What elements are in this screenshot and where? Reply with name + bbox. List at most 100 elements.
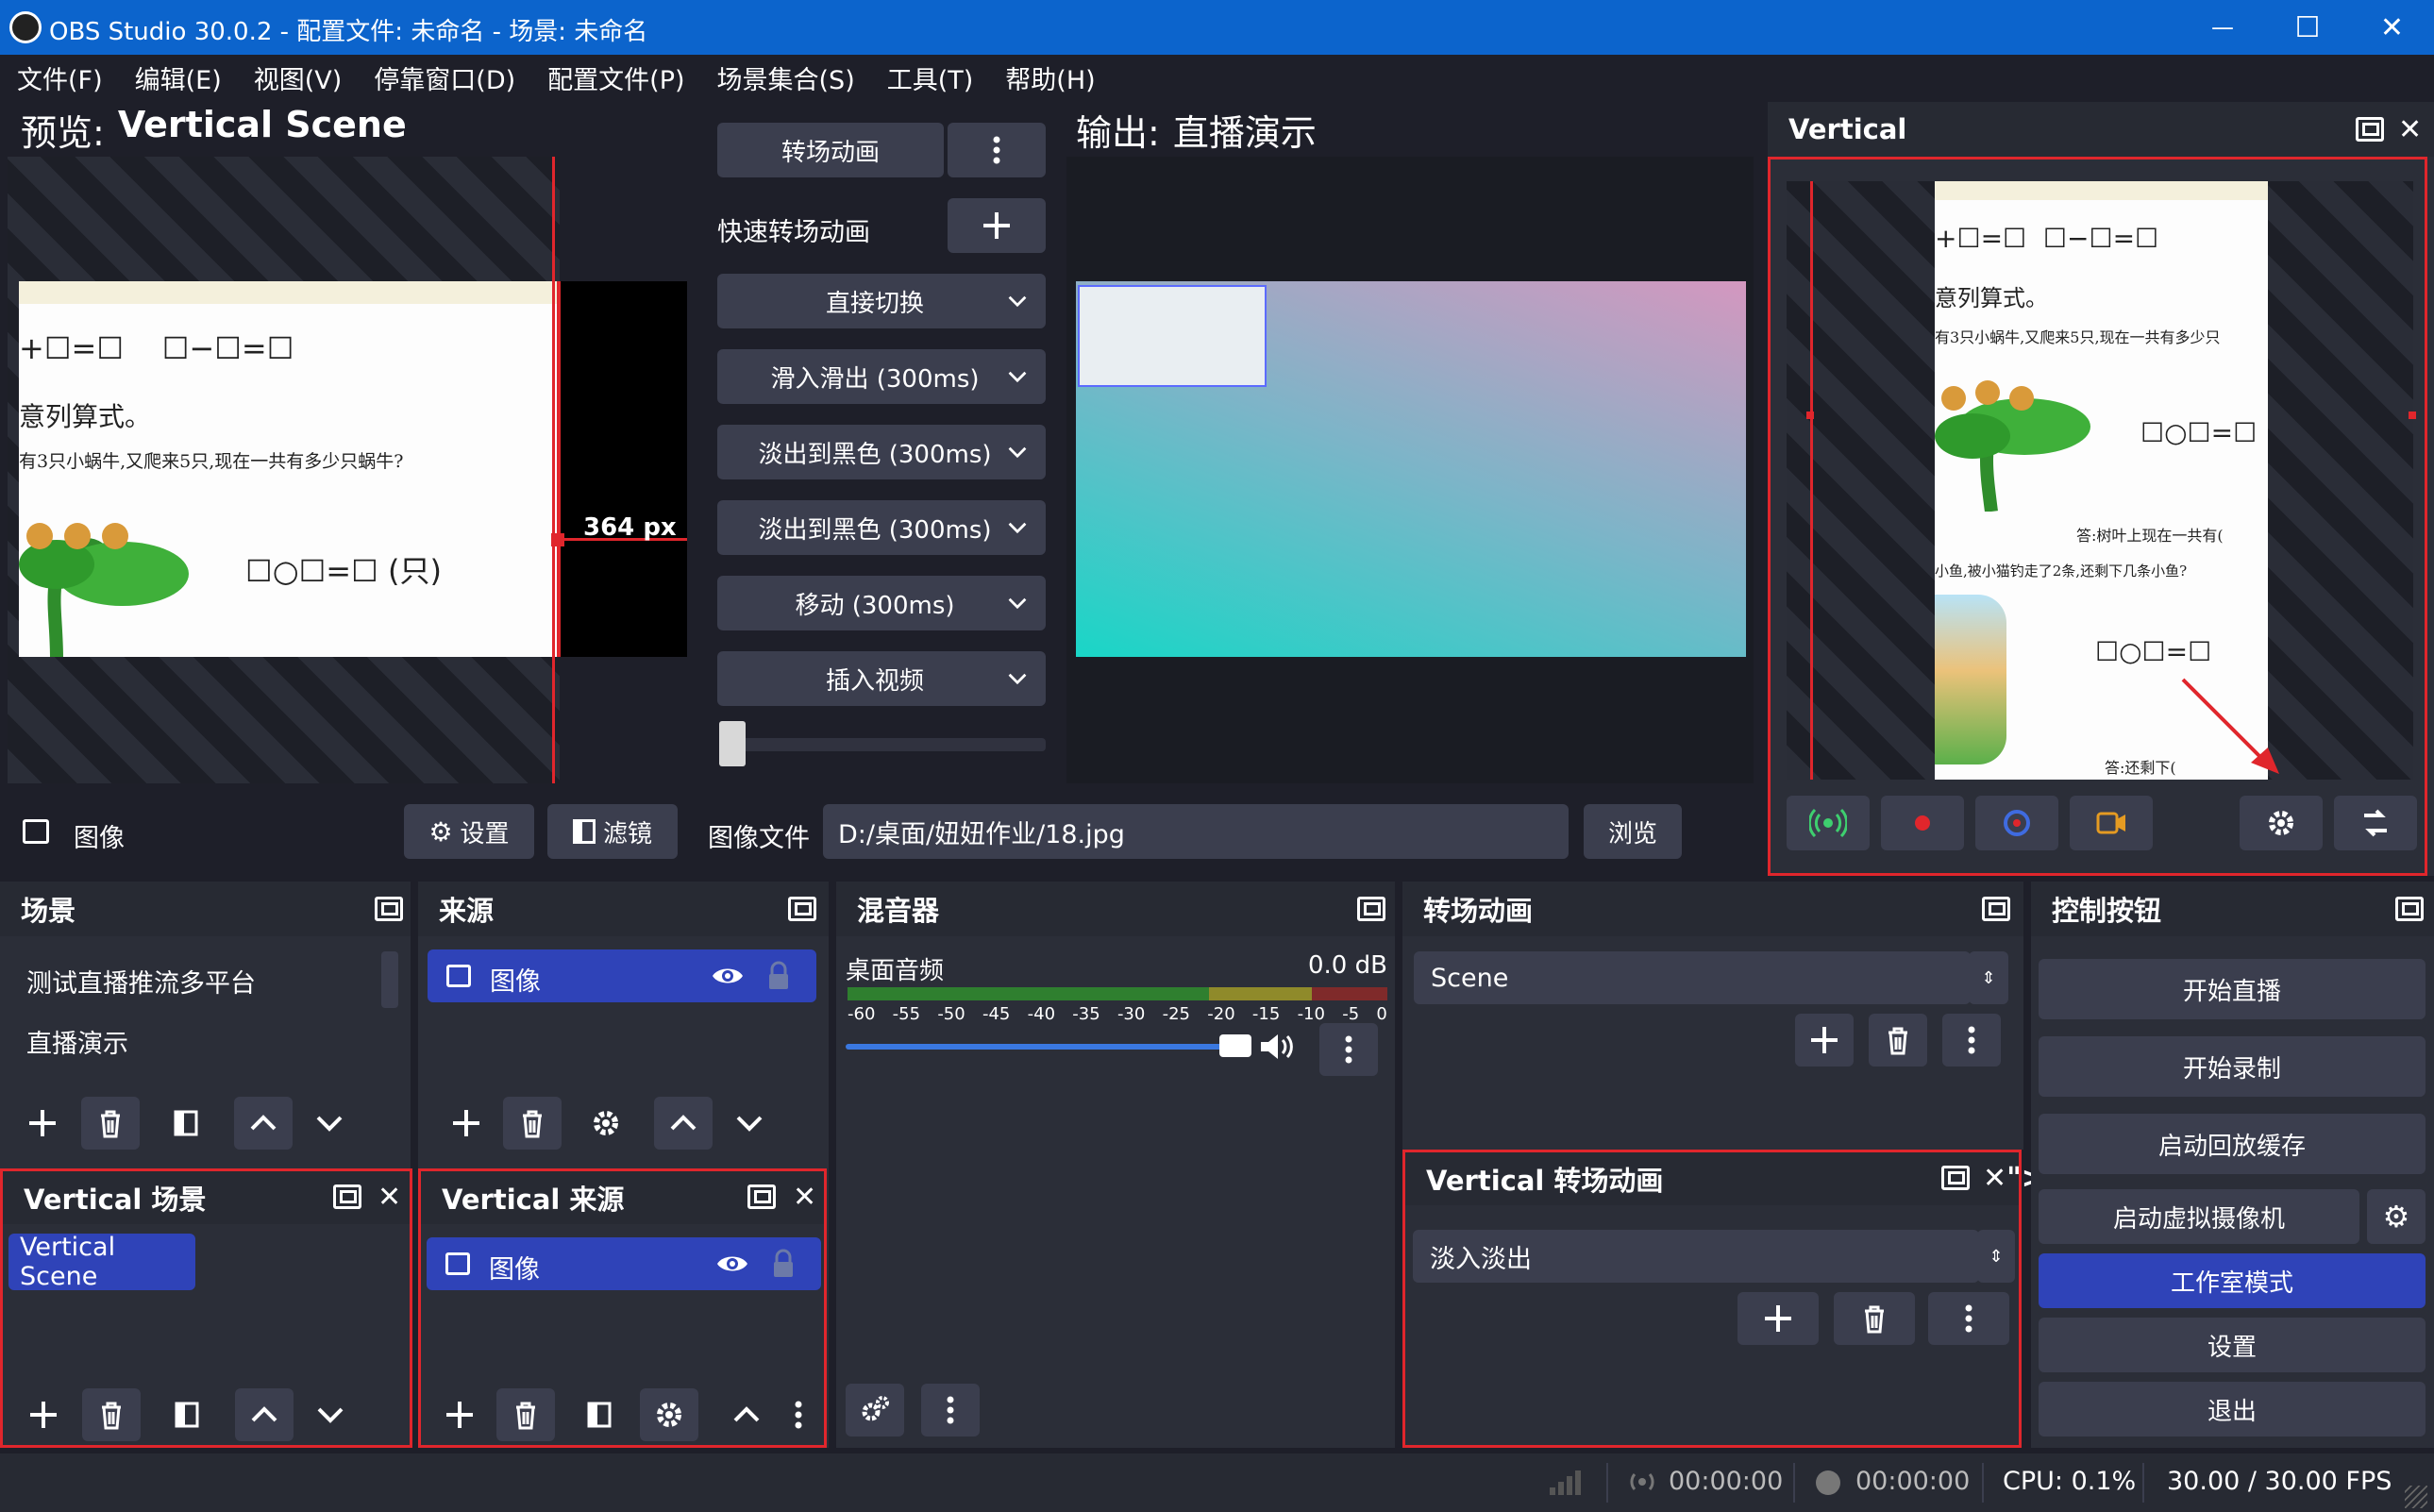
vertical-output-button[interactable] [2334, 796, 2417, 850]
scene-item-1[interactable]: 直播演示 [26, 1023, 128, 1060]
vertical-transition-select-spinner[interactable]: ⇕ [1977, 1230, 2015, 1283]
vertical-add-transition-button[interactable] [1737, 1292, 1819, 1345]
undock-icon[interactable] [1357, 897, 1385, 921]
vertical-transition-properties-button[interactable] [1928, 1292, 2009, 1345]
vertical-add-scene-button[interactable] [14, 1388, 73, 1441]
resize-handle[interactable] [551, 533, 564, 546]
menu-profile[interactable]: 配置文件(P) [547, 59, 684, 96]
source-properties-button[interactable] [577, 1097, 635, 1150]
quick-transition-item-3[interactable]: 淡出到黑色 (300ms) [717, 500, 1046, 555]
transition-button[interactable]: 转场动画 [717, 123, 944, 177]
vertical-scene-filters-button[interactable] [158, 1388, 216, 1441]
undock-icon[interactable] [375, 897, 403, 921]
vertical-source-filters-button[interactable] [570, 1388, 629, 1441]
source-move-down-button[interactable] [720, 1097, 779, 1150]
volume-slider-track[interactable] [846, 1044, 1242, 1050]
vertical-right-handle[interactable] [2409, 412, 2416, 419]
vertical-transition-select[interactable]: 淡入淡出 [1413, 1230, 1979, 1283]
vertical-scene-item[interactable]: Vertical Scene [8, 1233, 195, 1291]
preview-image[interactable]: +☐=☐ ☐−☐=☐ 意列算式。 有3只小蜗牛,又爬来5只,现在一共有多少只蜗牛… [19, 281, 557, 657]
undock-icon[interactable] [333, 1184, 361, 1209]
vertical-scene-move-up-button[interactable] [235, 1388, 294, 1441]
source-settings-button[interactable]: ⚙ 设置 [404, 804, 534, 859]
mixer-menu-button[interactable] [921, 1384, 980, 1436]
vertical-scene-move-down-button[interactable] [301, 1388, 360, 1441]
add-transition-button[interactable] [1795, 1014, 1854, 1067]
vertical-source-item[interactable]: 图像 [427, 1237, 821, 1290]
size-grip[interactable] [2405, 1486, 2427, 1508]
eye-icon[interactable] [715, 1251, 749, 1277]
vertical-sources-close-icon[interactable]: ✕ [793, 1181, 816, 1214]
undock-icon[interactable] [1941, 1166, 1970, 1190]
remove-source-button[interactable] [503, 1097, 562, 1150]
menu-tools[interactable]: 工具(T) [887, 59, 974, 96]
quick-transition-item-1[interactable]: 滑入滑出 (300ms) [717, 349, 1046, 404]
undock-icon[interactable] [1982, 897, 2010, 921]
scene-item-0[interactable]: 测试直播推流多平台 [26, 963, 256, 1000]
source-move-up-button[interactable] [654, 1097, 713, 1150]
lock-icon[interactable] [765, 961, 792, 991]
vertical-source-move-up-button[interactable] [717, 1388, 776, 1441]
scenes-scrollbar[interactable] [381, 951, 398, 1008]
close-button[interactable]: ✕ [2350, 0, 2434, 55]
menu-view[interactable]: 视图(V) [254, 59, 343, 96]
preview-canvas[interactable]: +☐=☐ ☐−☐=☐ 意列算式。 有3只小蜗牛,又爬来5只,现在一共有多少只蜗牛… [8, 157, 562, 783]
vertical-remove-source-button[interactable] [496, 1388, 555, 1441]
settings-button[interactable]: 设置 [2039, 1318, 2426, 1372]
transition-slider-track[interactable] [719, 738, 1046, 751]
menu-scene-collection[interactable]: 场景集合(S) [717, 59, 855, 96]
quick-transition-add-button[interactable] [948, 198, 1046, 253]
maximize-button[interactable]: ☐ [2265, 0, 2350, 55]
vertical-record-button[interactable] [1881, 796, 1964, 850]
studio-mode-button[interactable]: 工作室模式 [2039, 1253, 2426, 1308]
start-stream-button[interactable]: 开始直播 [2039, 959, 2426, 1019]
vertical-stream-button[interactable] [1787, 796, 1870, 850]
add-scene-button[interactable] [13, 1097, 72, 1150]
scene-move-up-button[interactable] [234, 1097, 293, 1150]
menu-file[interactable]: 文件(F) [17, 59, 103, 96]
vertical-replay-button[interactable] [1975, 796, 2058, 850]
browse-button[interactable]: 浏览 [1584, 804, 1682, 859]
virtual-camera-settings-button[interactable]: ⚙ [2367, 1189, 2426, 1244]
vertical-scenes-close-icon[interactable]: ✕ [378, 1181, 401, 1214]
undock-icon[interactable] [788, 897, 816, 921]
menu-help[interactable]: 帮助(H) [1005, 59, 1095, 96]
advanced-audio-button[interactable] [846, 1384, 904, 1436]
quick-transition-item-0[interactable] [717, 274, 1046, 328]
lock-icon[interactable] [770, 1249, 797, 1279]
undock-icon[interactable] [747, 1184, 776, 1209]
menu-edit[interactable]: 编辑(E) [135, 59, 222, 96]
add-source-button[interactable] [437, 1097, 495, 1150]
transition-select-spinner[interactable]: ⇕ [1969, 951, 2008, 1004]
transition-select[interactable]: Scene [1414, 951, 1971, 1004]
replay-buffer-button[interactable]: 启动回放缓存 [2039, 1114, 2426, 1174]
minimize-button[interactable]: — [2180, 0, 2265, 55]
undock-icon[interactable] [2395, 897, 2424, 921]
image-file-path-field[interactable]: D:/桌面/妞妞作业/18.jpg [823, 804, 1569, 859]
quick-transition-item-4[interactable]: 移动 (300ms) [717, 576, 1046, 630]
undock-icon[interactable] [2356, 117, 2384, 142]
vertical-remove-transition-button[interactable] [1834, 1292, 1915, 1345]
eye-icon[interactable] [711, 963, 745, 989]
mixer-channel-menu-button[interactable] [1319, 1023, 1378, 1076]
vertical-remove-scene-button[interactable] [82, 1388, 141, 1441]
scene-filters-button[interactable] [157, 1097, 215, 1150]
quick-transition-item-5[interactable]: 插入视频 [717, 651, 1046, 706]
vertical-settings-button[interactable] [2240, 796, 2323, 850]
vertical-source-more-button[interactable] [780, 1388, 817, 1441]
vertical-left-handle[interactable] [1806, 412, 1814, 419]
start-record-button[interactable]: 开始录制 [2039, 1036, 2426, 1097]
transition-more-button[interactable] [948, 123, 1046, 177]
exit-button[interactable]: 退出 [2039, 1382, 2426, 1436]
quick-transition-item-2[interactable]: 淡出到黑色 (300ms) [717, 425, 1046, 479]
vertical-preview-canvas[interactable]: +☐=☐ ☐−☐=☐ 意列算式。 有3只小蜗牛,又爬来5只,现在一共有多少只 ☐… [1787, 181, 2413, 780]
transition-properties-button[interactable] [1942, 1014, 2001, 1067]
scene-move-down-button[interactable] [300, 1097, 359, 1150]
menu-docks[interactable]: 停靠窗口(D) [374, 59, 515, 96]
vertical-dock-close-icon[interactable]: ✕ [2398, 113, 2422, 146]
speaker-icon[interactable] [1257, 1031, 1295, 1063]
source-item[interactable]: 图像 [428, 949, 816, 1002]
vertical-source-properties-button[interactable] [640, 1388, 698, 1441]
remove-scene-button[interactable] [81, 1097, 140, 1150]
transition-slider-handle[interactable] [719, 721, 746, 766]
